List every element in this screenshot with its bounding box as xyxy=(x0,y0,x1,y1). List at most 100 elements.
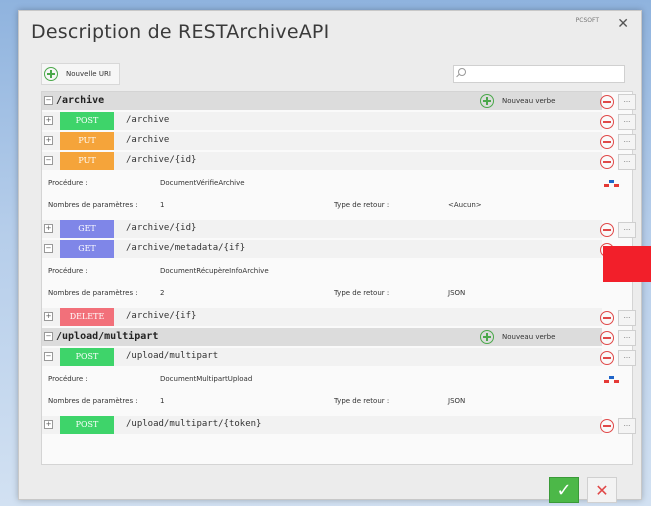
remove-icon[interactable] xyxy=(600,331,614,345)
remove-icon[interactable] xyxy=(600,155,614,169)
expand-toggle[interactable]: + xyxy=(44,116,53,125)
more-button[interactable]: ... xyxy=(618,134,636,150)
more-button[interactable]: ... xyxy=(618,154,636,170)
params-label: Nombres de paramètres : xyxy=(48,289,138,297)
more-button[interactable]: ... xyxy=(618,94,636,110)
expand-toggle[interactable]: + xyxy=(44,136,53,145)
more-button[interactable]: ... xyxy=(618,350,636,366)
collapse-toggle[interactable]: − xyxy=(44,244,53,253)
api-path: /archive/{if} xyxy=(126,311,197,321)
api-row[interactable]: + DELETE /archive/{if} xyxy=(42,308,602,326)
verb-badge: DELETE xyxy=(60,308,114,326)
title-bar: Description de RESTArchiveAPI PCSOFT ✕ xyxy=(19,11,641,51)
api-detail-params: Nombres de paramètres : 2 Type de retour… xyxy=(42,284,602,304)
more-button[interactable]: ... xyxy=(618,222,636,238)
add-verb-label: Nouveau verbe xyxy=(502,97,556,105)
plus-icon xyxy=(480,94,494,108)
api-path: /upload/multipart xyxy=(126,351,219,361)
return-type-value: JSON xyxy=(448,397,466,405)
procedure-label: Procédure : xyxy=(48,179,88,187)
collapse-toggle[interactable]: − xyxy=(44,352,53,361)
plus-icon xyxy=(44,67,58,81)
toolbar: Nouvelle URI xyxy=(41,63,641,87)
more-button[interactable]: ... xyxy=(618,418,636,434)
return-type-value: <Aucun> xyxy=(448,201,482,209)
api-row[interactable]: + POST /upload/multipart/{token} xyxy=(42,416,602,434)
add-verb-button[interactable]: Nouveau verbe xyxy=(474,329,561,345)
verb-badge: GET xyxy=(60,220,114,238)
group-path: /upload/multipart xyxy=(56,331,159,342)
remove-icon[interactable] xyxy=(600,419,614,433)
api-path: /archive xyxy=(126,135,170,145)
api-path: /archive xyxy=(126,115,170,125)
collapse-toggle[interactable]: − xyxy=(44,96,53,105)
more-button[interactable]: ... xyxy=(618,114,636,130)
api-row[interactable]: + POST /archive xyxy=(42,112,602,130)
api-row[interactable]: − PUT /archive/{id} xyxy=(42,152,602,170)
red-marker xyxy=(603,246,651,282)
window-title: Description de RESTArchiveAPI xyxy=(31,21,330,43)
mapping-icon[interactable] xyxy=(604,376,619,384)
group-row-upload-multipart[interactable]: − /upload/multipart Nouveau verbe xyxy=(42,328,602,346)
more-button[interactable]: ... xyxy=(618,310,636,326)
expand-toggle[interactable]: + xyxy=(44,312,53,321)
params-value: 2 xyxy=(160,289,165,297)
procedure-value[interactable]: DocumentMultipartUpload xyxy=(160,375,252,383)
remove-icon[interactable] xyxy=(600,115,614,129)
params-value: 1 xyxy=(160,397,165,405)
procedure-label: Procédure : xyxy=(48,375,88,383)
procedure-label: Procédure : xyxy=(48,267,88,275)
collapse-toggle[interactable]: − xyxy=(44,156,53,165)
plus-icon xyxy=(480,330,494,344)
add-uri-button[interactable]: Nouvelle URI xyxy=(41,63,120,85)
expand-toggle[interactable]: + xyxy=(44,420,53,429)
params-value: 1 xyxy=(160,201,165,209)
api-path: /archive/{id} xyxy=(126,155,197,165)
more-button[interactable]: ... xyxy=(618,330,636,346)
add-verb-button[interactable]: Nouveau verbe xyxy=(474,93,561,109)
api-path: /upload/multipart/{token} xyxy=(126,419,262,429)
api-row[interactable]: + PUT /archive xyxy=(42,132,602,150)
params-label: Nombres de paramètres : xyxy=(48,397,138,405)
close-button[interactable]: ✕ xyxy=(617,16,629,32)
collapse-toggle[interactable]: − xyxy=(44,332,53,341)
group-row-archive[interactable]: − /archive Nouveau verbe xyxy=(42,92,602,110)
return-type-label: Type de retour : xyxy=(334,289,390,297)
search-icon xyxy=(458,68,466,76)
verb-badge: POST xyxy=(60,348,114,366)
ok-button[interactable]: ✓ xyxy=(549,477,579,503)
api-row[interactable]: − GET /archive/metadata/{if} xyxy=(42,240,602,258)
verb-badge: GET xyxy=(60,240,114,258)
api-detail-procedure: Procédure : DocumentMultipartUpload xyxy=(42,370,602,390)
procedure-value[interactable]: DocumentRécupèreInfoArchive xyxy=(160,267,269,275)
remove-icon[interactable] xyxy=(600,223,614,237)
remove-icon[interactable] xyxy=(600,351,614,365)
remove-icon[interactable] xyxy=(600,311,614,325)
api-detail-procedure: Procédure : DocumentRécupèreInfoArchive xyxy=(42,262,602,282)
return-type-label: Type de retour : xyxy=(334,201,390,209)
remove-icon[interactable] xyxy=(600,135,614,149)
add-uri-label: Nouvelle URI xyxy=(66,70,111,78)
verb-badge: PUT xyxy=(60,152,114,170)
logo: PCSOFT xyxy=(575,17,599,24)
api-row[interactable]: − POST /upload/multipart xyxy=(42,348,602,366)
verb-badge: POST xyxy=(60,112,114,130)
dialog-window: Description de RESTArchiveAPI PCSOFT ✕ N… xyxy=(18,10,642,503)
mapping-icon[interactable] xyxy=(604,180,619,188)
params-label: Nombres de paramètres : xyxy=(48,201,138,209)
footer: ✓ ✕ xyxy=(19,477,641,503)
remove-icon[interactable] xyxy=(600,95,614,109)
api-path: /archive/{id} xyxy=(126,223,197,233)
search-input[interactable] xyxy=(453,65,625,83)
return-type-label: Type de retour : xyxy=(334,397,390,405)
cancel-button[interactable]: ✕ xyxy=(587,477,617,503)
api-detail-params: Nombres de paramètres : 1 Type de retour… xyxy=(42,392,602,412)
api-detail-procedure: Procédure : DocumentVérifieArchive xyxy=(42,174,602,194)
api-path: /archive/metadata/{if} xyxy=(126,243,246,253)
verb-badge: POST xyxy=(60,416,114,434)
expand-toggle[interactable]: + xyxy=(44,224,53,233)
return-type-value: JSON xyxy=(448,289,466,297)
api-detail-params: Nombres de paramètres : 1 Type de retour… xyxy=(42,196,602,216)
api-row[interactable]: + GET /archive/{id} xyxy=(42,220,602,238)
procedure-value[interactable]: DocumentVérifieArchive xyxy=(160,179,245,187)
